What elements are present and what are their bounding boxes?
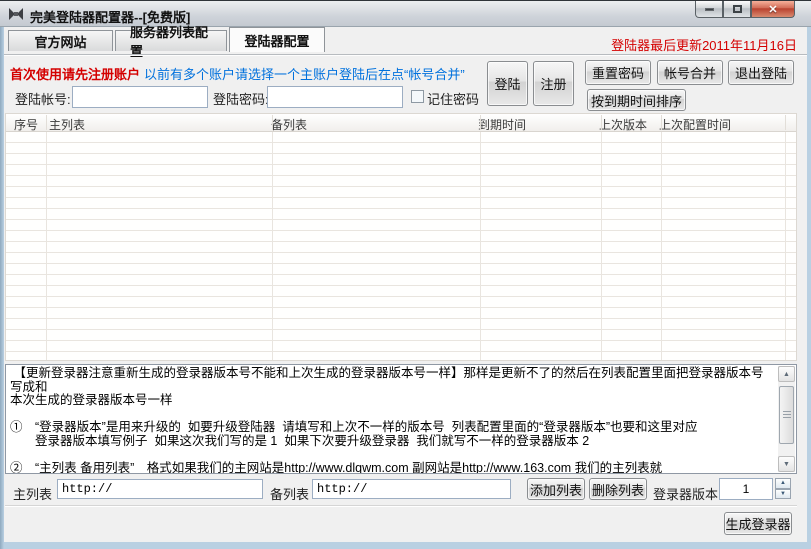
reset-password-button[interactable]: 重置密码	[585, 60, 651, 85]
tab-official-site[interactable]: 官方网站	[8, 30, 113, 51]
generate-launcher-button[interactable]: 生成登录器	[724, 512, 792, 535]
window-controls: ✕	[695, 1, 795, 18]
minimize-icon	[705, 8, 714, 11]
column-line	[785, 132, 786, 360]
table-header: 序号 主列表 备列表 到期时间 上次版本 上次配置时间	[6, 114, 796, 132]
instructions-box[interactable]: 【更新登录器注意重新生成的登录器版本号不能和上次生成的登录器版本号一样】那样是更…	[5, 364, 797, 474]
last-update-note: 登陆器最后更新2011年11月16日	[611, 35, 797, 54]
sort-by-expiry-label: 按到期时间排序	[591, 91, 682, 110]
password-input[interactable]	[267, 86, 403, 108]
register-hint-text: 首次使用请先注册账户	[10, 64, 140, 83]
backup-list-input[interactable]	[312, 479, 511, 499]
spin-down-icon: ▼	[780, 491, 786, 497]
tab-server-list-config[interactable]: 服务器列表配置	[115, 30, 227, 51]
instructions-scrollbar[interactable]: ▲ ▼	[778, 366, 795, 472]
maximize-icon	[733, 5, 742, 13]
scroll-down-icon: ▼	[783, 461, 790, 468]
titlebar[interactable]: 完美登陆器配置器--[免费版] ✕	[0, 1, 811, 27]
col-backup-list[interactable]: 备列表	[271, 116, 307, 133]
header-separator	[272, 115, 273, 130]
delete-list-label: 删除列表	[592, 480, 644, 499]
minimize-button[interactable]	[695, 1, 723, 18]
col-last-version[interactable]: 上次版本	[599, 116, 647, 133]
tab-label: 登陆器配置	[244, 31, 309, 50]
spin-up-icon: ▲	[780, 480, 786, 486]
register-button[interactable]: 注册	[533, 61, 574, 106]
account-input[interactable]	[72, 86, 208, 108]
header-separator	[46, 115, 47, 130]
maximize-button[interactable]	[723, 1, 751, 18]
header-separator	[785, 115, 786, 130]
add-list-button[interactable]: 添加列表	[527, 478, 585, 500]
thumb-grip	[783, 411, 791, 419]
tab-launcher-config[interactable]: 登陆器配置	[229, 27, 325, 52]
delete-list-button[interactable]: 删除列表	[589, 478, 647, 500]
sort-by-expiry-button[interactable]: 按到期时间排序	[587, 89, 686, 111]
scroll-up-icon: ▲	[783, 371, 790, 378]
app-window: 完美登陆器配置器--[免费版] ✕ 官方网站 服务器列表配置 登陆器配置 登陆器…	[0, 0, 811, 549]
remember-password-label: 记住密码	[427, 89, 479, 108]
header-separator	[661, 115, 662, 130]
account-label: 登陆帐号:	[15, 89, 71, 108]
client-area: 官方网站 服务器列表配置 登陆器配置 登陆器最后更新2011年11月16日 首次…	[4, 27, 807, 542]
col-expiry-time[interactable]: 到期时间	[478, 116, 526, 133]
logout-button[interactable]: 退出登陆	[728, 60, 794, 85]
accounts-table[interactable]: 序号 主列表 备列表 到期时间 上次版本 上次配置时间	[5, 113, 797, 361]
spin-up-button[interactable]: ▲	[775, 478, 791, 489]
tab-panel-highlight	[4, 55, 807, 56]
scroll-down-button[interactable]: ▼	[778, 456, 795, 472]
column-line	[601, 132, 602, 360]
close-icon: ✕	[768, 3, 777, 16]
generate-launcher-label: 生成登录器	[725, 514, 790, 533]
col-main-list[interactable]: 主列表	[49, 116, 85, 133]
main-list-input[interactable]	[57, 479, 263, 499]
column-line	[272, 132, 273, 360]
spin-down-button[interactable]: ▼	[775, 489, 791, 500]
table-body[interactable]	[6, 132, 796, 360]
password-label: 登陆密码:	[213, 89, 269, 108]
launcher-version-label: 登录器版本	[653, 484, 718, 503]
merge-account-label: 帐号合并	[664, 63, 716, 82]
merge-account-button[interactable]: 帐号合并	[657, 60, 723, 85]
column-line	[480, 132, 481, 360]
add-list-label: 添加列表	[530, 480, 582, 499]
header-separator	[601, 115, 602, 130]
remember-password-checkbox[interactable]	[411, 90, 424, 103]
backup-list-label: 备列表	[270, 484, 309, 503]
login-button[interactable]: 登陆	[487, 61, 528, 106]
app-icon	[8, 6, 24, 22]
reset-password-label: 重置密码	[592, 63, 644, 82]
separator-line	[5, 505, 797, 506]
column-line	[661, 132, 662, 360]
main-list-label: 主列表	[13, 484, 52, 503]
header-separator	[480, 115, 481, 130]
merge-hint-text: 以前有多个账户请选择一个主账户登陆后在点“帐号合并”	[144, 64, 465, 83]
column-line	[46, 132, 47, 360]
col-index[interactable]: 序号	[14, 116, 38, 133]
close-button[interactable]: ✕	[751, 1, 795, 18]
instructions-text: 【更新登录器注意重新生成的登录器版本号不能和上次生成的登录器版本号一样】那样是更…	[10, 367, 772, 474]
register-button-label: 注册	[540, 74, 566, 93]
scroll-up-button[interactable]: ▲	[778, 366, 795, 382]
col-last-config-time[interactable]: 上次配置时间	[659, 116, 731, 133]
tab-label: 官方网站	[34, 32, 86, 51]
login-button-label: 登陆	[494, 74, 520, 93]
logout-label: 退出登陆	[735, 63, 787, 82]
launcher-version-input[interactable]	[719, 478, 773, 500]
version-spinner: ▲ ▼	[775, 478, 791, 499]
scrollbar-thumb[interactable]	[779, 386, 794, 444]
